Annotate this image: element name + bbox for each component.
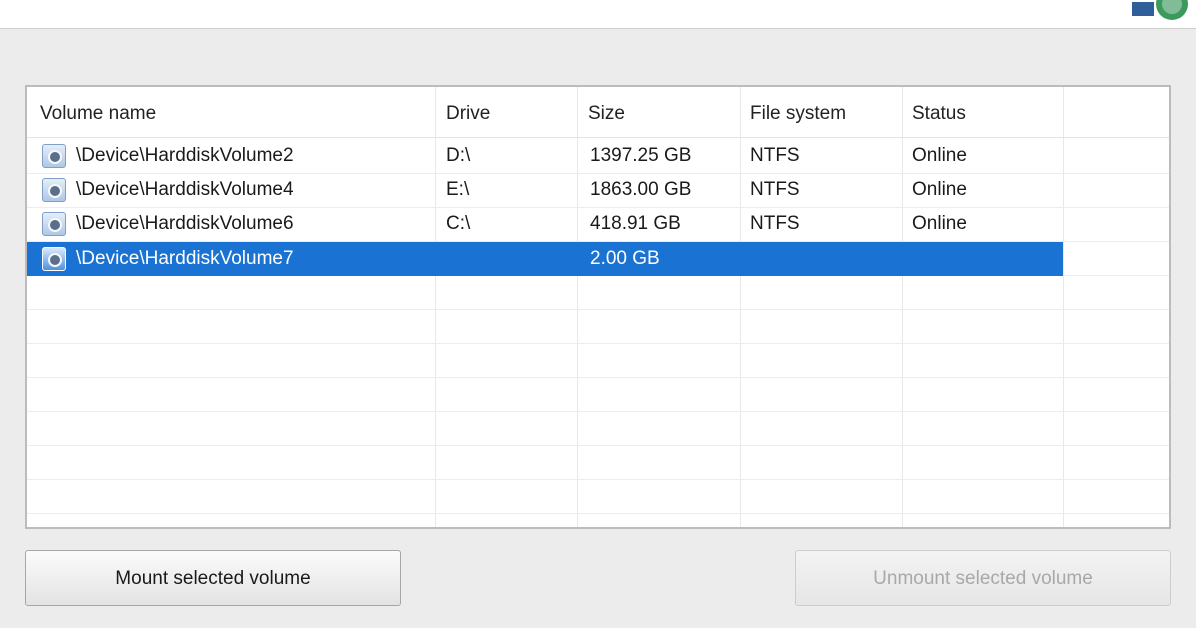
volume-disk-icon — [42, 144, 66, 168]
table-row[interactable]: \Device\HarddiskVolume4 E:\ 1863.00 GB N… — [27, 173, 1063, 207]
cell-volume-name: \Device\HarddiskVolume7 — [76, 248, 294, 269]
volume-disk-icon — [42, 178, 66, 202]
cell-size: 1863.00 GB — [590, 179, 692, 200]
table-row[interactable]: \Device\HarddiskVolume2 D:\ 1397.25 GB N… — [27, 139, 1063, 173]
cell-status: Online — [912, 213, 967, 234]
volume-disk-icon — [42, 247, 66, 271]
table-row-selected[interactable]: \Device\HarddiskVolume7 2.00 GB — [27, 242, 1063, 276]
cell-status: Online — [912, 179, 967, 200]
column-separator — [1063, 87, 1064, 527]
cell-volume-name: \Device\HarddiskVolume4 — [76, 179, 294, 200]
row-grid-line — [27, 479, 1169, 480]
row-grid-line — [27, 309, 1169, 310]
cell-file-system: NTFS — [750, 213, 800, 234]
volumes-list[interactable]: Volume name Drive Size File system Statu… — [25, 85, 1171, 529]
cell-file-system: NTFS — [750, 145, 800, 166]
cell-drive: E:\ — [446, 179, 470, 200]
cell-drive: D:\ — [446, 145, 471, 166]
row-grid-line — [27, 411, 1169, 412]
cell-drive: C:\ — [446, 213, 471, 234]
cell-size: 2.00 GB — [590, 248, 660, 269]
row-grid-line — [27, 377, 1169, 378]
row-grid-line — [27, 343, 1169, 344]
row-grid-line — [27, 445, 1169, 446]
column-header-drive[interactable]: Drive — [446, 87, 490, 135]
unmount-selected-volume-button[interactable]: Unmount selected volume — [795, 550, 1171, 606]
column-header-size[interactable]: Size — [588, 87, 625, 135]
cell-volume-name: \Device\HarddiskVolume6 — [76, 213, 294, 234]
table-row[interactable]: \Device\HarddiskVolume6 C:\ 418.91 GB NT… — [27, 207, 1063, 241]
header-divider — [27, 137, 1169, 138]
window-header — [0, 0, 1196, 29]
row-grid-line — [27, 513, 1169, 514]
cell-size: 418.91 GB — [590, 213, 681, 234]
cell-volume-name: \Device\HarddiskVolume2 — [76, 145, 294, 166]
volume-disk-icon — [42, 212, 66, 236]
cell-status: Online — [912, 145, 967, 166]
cell-file-system: NTFS — [750, 179, 800, 200]
cell-size: 1397.25 GB — [590, 145, 692, 166]
column-header-file-system[interactable]: File system — [750, 87, 846, 135]
column-header-status[interactable]: Status — [912, 87, 966, 135]
column-header-volume-name[interactable]: Volume name — [40, 87, 156, 135]
mount-selected-volume-button[interactable]: Mount selected volume — [25, 550, 401, 606]
app-logo-icon — [1132, 0, 1188, 20]
